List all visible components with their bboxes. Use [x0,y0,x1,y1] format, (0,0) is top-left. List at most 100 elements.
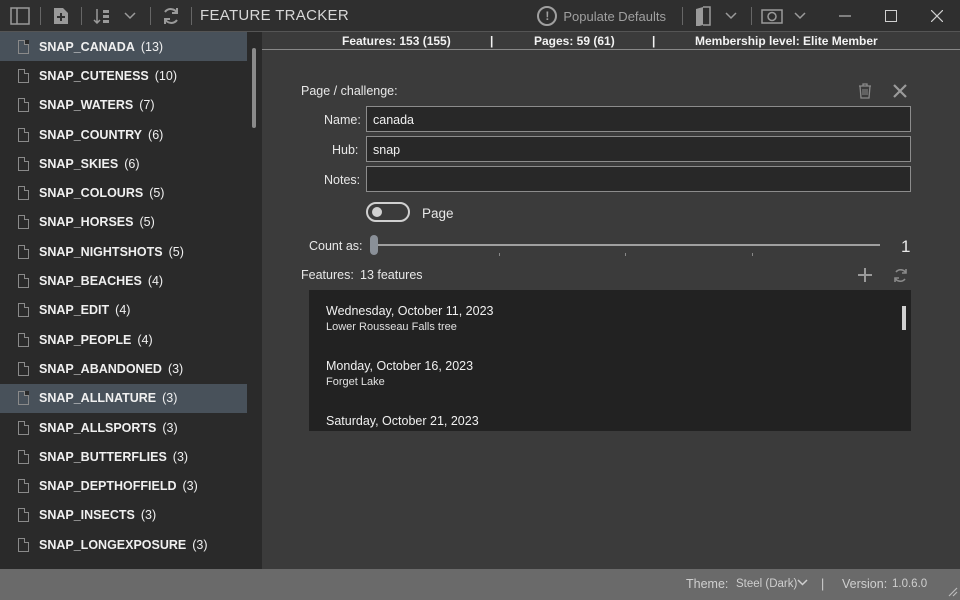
name-label: Name: [324,113,361,127]
sidebar-item-count: (4) [147,274,164,289]
name-input[interactable]: canada [366,106,911,132]
sidebar-item-count: (13) [140,39,164,54]
delete-icon[interactable] [856,82,874,100]
sidebar-item-count: (3) [140,508,157,523]
sidebar-item[interactable]: SNAP_NIGHTSHOTS (5) [0,237,247,266]
feature-name: Forget Lake [326,376,385,388]
sidebar-item-label: SNAP_BEACHES [39,274,142,289]
count-as-slider-thumb[interactable] [370,235,378,255]
stats-bar: Features: 153 (155) | Pages: 59 (61) | M… [262,32,960,50]
features-scrollbar[interactable] [902,306,906,330]
feature-item[interactable]: Saturday, October 21, 2023 [309,400,911,431]
sidebar-item[interactable]: SNAP_CUTENESS (10) [0,61,247,90]
sidebar-item-count: (5) [139,215,155,230]
sidebar-item[interactable]: SNAP_SKIES (6) [0,149,247,178]
alert-icon: ! [537,6,558,26]
sidebar-item-count: (3) [192,537,208,552]
toolbar-divider [191,6,192,25]
feature-date: Saturday, October 21, 2023 [326,414,479,428]
sidebar-item-label: SNAP_CANADA [39,39,135,54]
sidebar-item[interactable]: SNAP_BUTTERFLIES (3) [0,442,247,471]
file-icon [18,508,29,523]
title-bar: FEATURE TRACKER ! Populate Defaults [0,0,960,32]
sidebar-item-label: SNAP_DEPTHOFFIELD [39,479,177,494]
file-icon [18,68,29,83]
theme-label: Theme: [686,577,729,591]
file-icon [18,361,29,376]
sidebar-item[interactable]: SNAP_COLOURS (5) [0,178,247,207]
refresh-icon[interactable] [891,266,909,284]
sidebar-item[interactable]: SNAP_CANADA (13) [0,32,247,62]
minimize-button[interactable] [822,0,868,32]
stats-separator: | [490,33,494,48]
file-icon [18,420,29,435]
chevron-down-icon[interactable] [797,576,808,590]
toolbar-divider [150,6,151,25]
chevron-down-icon[interactable] [717,2,745,30]
sidebar-item-count: (5) [168,244,184,259]
sidebar-item[interactable]: SNAP_INSECTS (3) [0,501,247,530]
membership-stat: Membership level: Elite Member [695,33,878,48]
page-toggle-label: Page [422,206,454,221]
file-icon [18,244,29,259]
version-label: Version: [842,577,888,591]
theme-select[interactable]: Steel (Dark) [736,578,797,590]
features-list: Wednesday, October 11, 2023 Lower Roussea… [309,290,911,431]
count-as-slider-track[interactable] [372,244,880,246]
sidebar-item-count: (3) [172,449,189,464]
sidebar-item-count: (3) [182,479,198,494]
sidebar-item-count: (5) [149,186,165,201]
file-icon [18,39,29,54]
stats-separator: | [652,33,656,48]
camera-icon[interactable] [758,2,786,30]
sidebar-item[interactable]: SNAP_EDIT (4) [0,296,247,325]
book-icon[interactable] [689,2,717,30]
close-icon[interactable] [891,82,909,100]
count-as-value: 1 [901,237,911,256]
sidebar-item[interactable]: SNAP_PEOPLE (4) [0,325,247,354]
sidebar-item-count: (6) [148,127,164,142]
file-icon [18,274,29,289]
chevron-down-icon[interactable] [786,2,814,30]
sidebar-item[interactable]: SNAP_HORSES (5) [0,208,247,237]
feature-item[interactable]: Monday, October 16, 2023 Forget Lake [309,345,911,400]
file-icon [18,127,29,142]
sidebar-item-count: (3) [162,420,178,435]
file-icon [18,156,29,171]
slider-tick [752,253,753,256]
feature-item[interactable]: Wednesday, October 11, 2023 Lower Roussea… [309,290,911,345]
sidebar-scrollbar[interactable] [252,48,256,128]
hub-input[interactable]: snap [366,136,911,162]
populate-defaults-button[interactable]: ! Populate Defaults [537,6,666,26]
resize-grip-icon[interactable] [946,585,958,600]
sidebar-item[interactable]: SNAP_LONGEXPOSURE (3) [0,530,247,559]
status-bar: Theme: Steel (Dark) | Version: 1.0.6.0 [0,569,960,600]
add-icon[interactable] [856,266,874,284]
sidebar-item[interactable]: SNAP_BEACHES (4) [0,266,247,295]
sidebar-item[interactable]: SNAP_ALLNATURE (3) [0,383,247,413]
notes-input[interactable] [366,166,911,192]
file-icon [18,449,29,464]
version-value: 1.0.6.0 [892,578,928,590]
sidebar-item[interactable]: SNAP_ALLSPORTS (3) [0,413,247,442]
refresh-icon[interactable] [157,2,185,30]
sidebar-item-label: SNAP_ALLNATURE [39,391,157,406]
sidebar-item[interactable]: SNAP_ABANDONED (3) [0,354,247,383]
features-stat: Features: 153 (155) [342,33,451,48]
chevron-down-icon[interactable] [116,2,144,30]
sidebar-item[interactable]: SNAP_WATERS (7) [0,91,247,120]
sidebar-item[interactable]: SNAP_COUNTRY (6) [0,120,247,149]
add-page-icon[interactable] [47,2,75,30]
count-as-label: Count as: [309,239,363,253]
sidebar-item-count: (3) [162,391,178,406]
sidebar-toggle-icon[interactable] [6,2,34,30]
sidebar-item-label: SNAP_ABANDONED [39,361,162,376]
page-toggle[interactable] [366,202,410,222]
sidebar-item[interactable]: SNAP_DEPTHOFFIELD (3) [0,471,247,500]
sort-icon[interactable] [88,2,116,30]
sidebar-item-count: (4) [137,332,153,347]
maximize-button[interactable] [868,0,914,32]
sidebar-item-label: SNAP_COUNTRY [39,127,143,142]
sidebar-item-count: (3) [167,361,184,376]
close-window-button[interactable] [914,0,960,32]
